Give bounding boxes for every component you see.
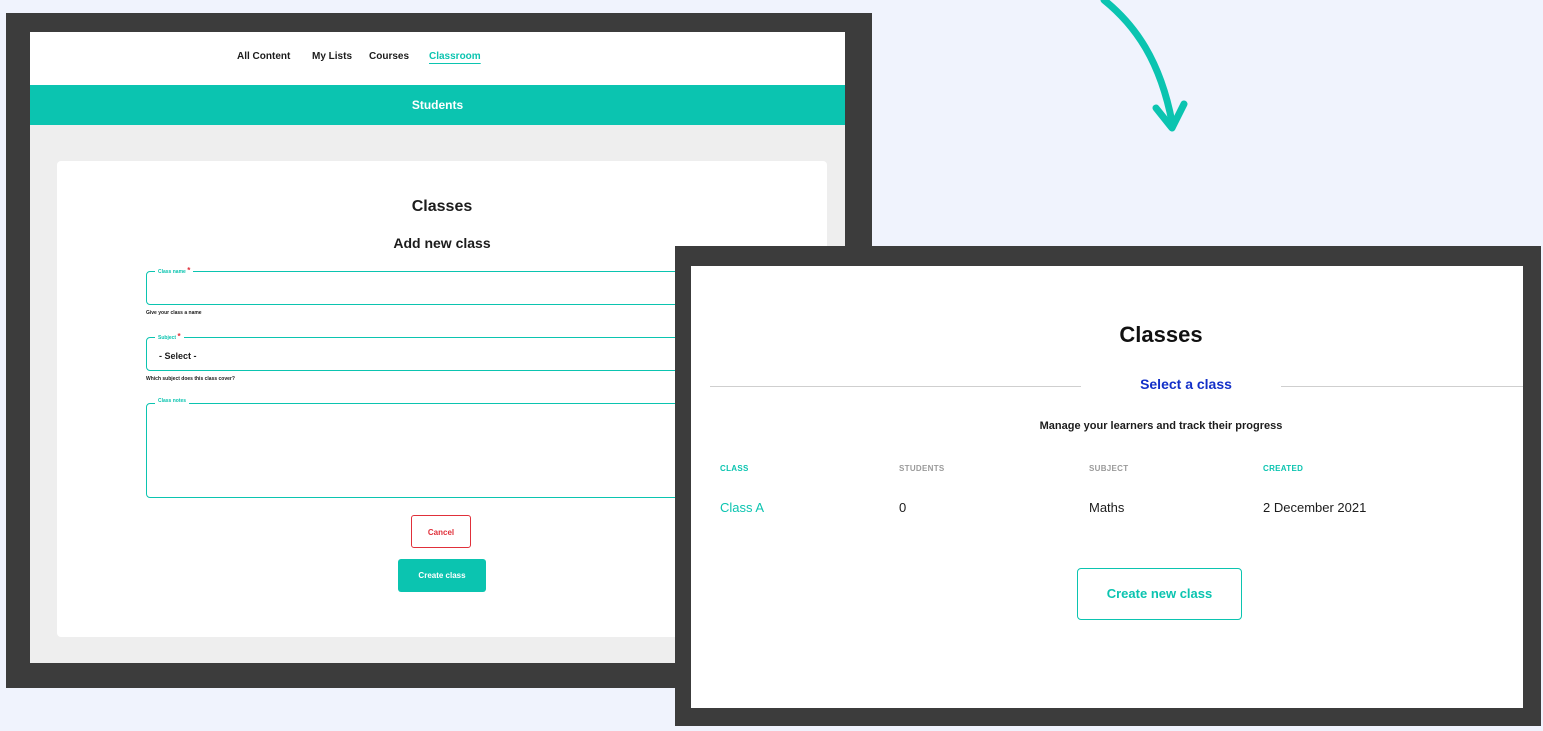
nav-classroom[interactable]: Classroom [429,51,481,62]
class-created-date: 2 December 2021 [1263,500,1367,515]
students-count: 0 [899,500,907,515]
column-header-created[interactable]: CREATED [1263,464,1303,473]
classes-list-screen: Classes Select a class Manage your learn… [691,266,1523,708]
create-new-class-button[interactable]: Create new class [1077,568,1242,620]
class-subject: Maths [1089,500,1125,515]
nav-my-lists[interactable]: My Lists [312,51,352,62]
classes-title: Classes [1119,322,1203,347]
students-banner: Students [30,85,845,125]
class-name-label: Class name * [155,266,194,275]
classes-description: Manage your learners and track their pro… [1039,420,1283,432]
required-marker: * [187,266,191,275]
subject-selected-value: - Select - [159,351,197,361]
subject-label: Subject * [155,332,184,341]
classes-list-screenshot-frame: Classes Select a class Manage your learn… [675,246,1541,726]
subject-helper: Which subject does this class cover? [146,376,235,382]
nav-courses[interactable]: Courses [369,51,409,62]
top-nav: All Content My Lists Courses Classroom [30,32,845,85]
divider-left [710,386,1081,387]
column-header-students[interactable]: STUDENTS [899,464,945,473]
class-name-helper: Give your class a name [146,310,202,316]
card-title: Classes [411,198,473,215]
nav-all-content[interactable]: All Content [237,51,290,62]
create-class-button[interactable]: Create class [398,559,486,592]
column-header-class[interactable]: CLASS [720,464,749,473]
required-marker: * [177,332,181,341]
select-class-heading: Select a class [1091,376,1281,392]
column-header-subject[interactable]: SUBJECT [1089,464,1128,473]
class-notes-label: Class notes [155,398,190,404]
curved-arrow-down-icon [1100,0,1188,132]
class-link[interactable]: Class A [720,500,764,515]
cancel-button[interactable]: Cancel [411,515,471,548]
